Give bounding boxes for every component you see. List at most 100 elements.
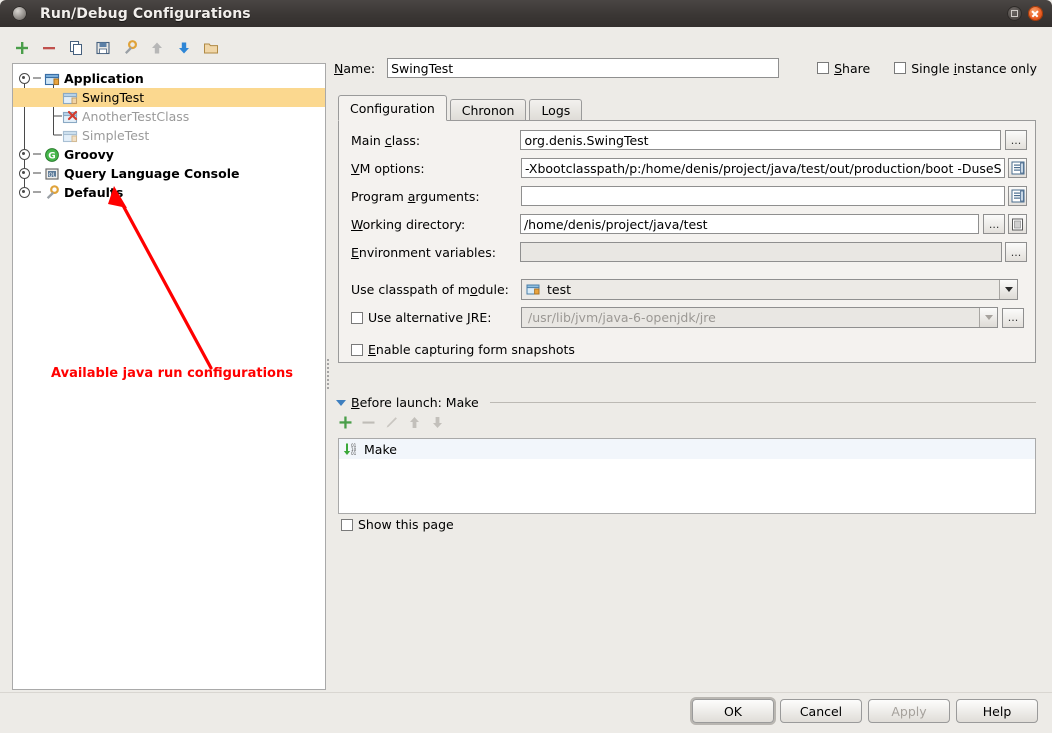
name-input[interactable] xyxy=(387,58,779,78)
configurations-tree[interactable]: Application SwingTest xyxy=(12,63,326,690)
tree-node-anothertestclass[interactable]: AnotherTestClass xyxy=(13,107,325,126)
expand-handle-icon[interactable] xyxy=(19,149,30,160)
window-titlebar: Run/Debug Configurations xyxy=(0,0,1052,27)
remove-icon[interactable] xyxy=(37,37,61,59)
tree-node-query-language-console[interactable]: QL Query Language Console xyxy=(13,164,325,183)
show-this-page-checkbox[interactable]: Show this page xyxy=(341,517,454,532)
new-folder-icon[interactable] xyxy=(199,37,223,59)
configuration-panel: Main class: ... VM options: Program argu… xyxy=(338,120,1036,363)
cancel-button[interactable]: Cancel xyxy=(780,699,862,723)
form-snapshots-checkbox[interactable]: Enable capturing form snapshots xyxy=(351,342,575,357)
alternative-jre-dropdown-icon[interactable] xyxy=(979,308,997,327)
move-task-down-icon[interactable] xyxy=(430,415,445,433)
tree-node-label: AnotherTestClass xyxy=(82,109,189,124)
tree-node-label: Groovy xyxy=(64,147,114,162)
collapse-caret-icon[interactable] xyxy=(336,400,346,406)
svg-text:01: 01 xyxy=(351,451,357,456)
tree-node-label: SimpleTest xyxy=(82,128,149,143)
classpath-module-label: Use classpath of module: xyxy=(351,282,521,297)
vm-options-row: VM options: xyxy=(351,158,1027,178)
tree-node-label: SwingTest xyxy=(82,90,144,105)
before-launch-task-list[interactable]: 01 10 01 Make xyxy=(338,438,1036,514)
single-instance-checkbox[interactable]: Single instance only xyxy=(894,61,1037,76)
share-checkbox[interactable]: Share xyxy=(817,61,870,76)
tab-chronon[interactable]: Chronon xyxy=(450,99,527,121)
single-instance-checkbox-box[interactable] xyxy=(894,62,906,74)
single-instance-label: Single instance only xyxy=(911,61,1037,76)
query-language-icon: QL xyxy=(44,166,60,182)
edit-task-icon[interactable] xyxy=(384,415,399,433)
show-this-page-checkbox-box[interactable] xyxy=(341,519,353,531)
panel-splitter[interactable] xyxy=(325,357,331,397)
tree-node-defaults[interactable]: Defaults xyxy=(13,183,325,202)
svg-text:QL: QL xyxy=(49,172,56,178)
working-directory-input[interactable] xyxy=(520,214,979,234)
tree-node-label: Defaults xyxy=(64,185,123,200)
vm-options-expand-icon[interactable] xyxy=(1008,158,1027,178)
tree-node-label: Application xyxy=(64,71,144,86)
close-icon[interactable] xyxy=(1028,6,1043,21)
expand-handle-icon[interactable] xyxy=(19,187,30,198)
alternative-jre-label: Use alternative JRE: xyxy=(368,310,491,325)
alternative-jre-combo[interactable]: /usr/lib/jvm/java-6-openjdk/jre xyxy=(521,307,998,328)
environment-variables-browse-button[interactable]: ... xyxy=(1005,242,1027,262)
task-row-make[interactable]: 01 10 01 Make xyxy=(339,439,1035,459)
remove-task-icon[interactable] xyxy=(361,415,376,433)
expand-handle-icon[interactable] xyxy=(19,73,30,84)
configurations-toolbar xyxy=(10,35,320,61)
svg-text:G: G xyxy=(48,151,55,161)
alternative-jre-browse-button[interactable]: ... xyxy=(1002,308,1024,328)
main-class-input[interactable] xyxy=(520,130,1001,150)
edit-templates-icon[interactable] xyxy=(118,37,142,59)
copy-icon[interactable] xyxy=(64,37,88,59)
help-button[interactable]: Help xyxy=(956,699,1038,723)
task-label: Make xyxy=(364,442,397,457)
form-snapshots-checkbox-box[interactable] xyxy=(351,344,363,356)
alternative-jre-value: /usr/lib/jvm/java-6-openjdk/jre xyxy=(528,310,716,325)
annotation-arrow-icon xyxy=(103,182,233,377)
apply-button[interactable]: Apply xyxy=(868,699,950,723)
run-debug-configurations-dialog: Run/Debug Configurations xyxy=(0,0,1052,710)
tree-node-swingtest[interactable]: SwingTest xyxy=(13,88,325,107)
main-class-browse-button[interactable]: ... xyxy=(1005,130,1027,150)
move-task-up-icon[interactable] xyxy=(407,415,422,433)
program-arguments-input[interactable] xyxy=(521,186,1005,206)
tree-node-label: Query Language Console xyxy=(64,166,239,181)
vm-options-label: VM options: xyxy=(351,161,521,176)
expand-handle-icon[interactable] xyxy=(19,168,30,179)
config-editor: Name: Share Single instance only xyxy=(334,57,1040,79)
classpath-module-value: test xyxy=(547,282,571,297)
alternative-jre-checkbox-box[interactable] xyxy=(351,312,363,324)
working-directory-browse-button[interactable]: ... xyxy=(983,214,1005,234)
environment-variables-input[interactable] xyxy=(520,242,1002,262)
maximize-icon[interactable] xyxy=(1007,6,1022,21)
save-icon[interactable] xyxy=(91,37,115,59)
working-directory-macro-icon[interactable] xyxy=(1008,214,1027,234)
tree-node-simpletest[interactable]: SimpleTest xyxy=(13,126,325,145)
config-tabs: Configuration Chronon Logs xyxy=(338,97,1038,121)
program-arguments-expand-icon[interactable] xyxy=(1008,186,1027,206)
tree-node-groovy[interactable]: G Groovy xyxy=(13,145,325,164)
alternative-jre-checkbox[interactable]: Use alternative JRE: xyxy=(351,310,514,325)
module-icon xyxy=(526,282,542,298)
add-task-icon[interactable] xyxy=(338,415,353,433)
dialog-body: Application SwingTest xyxy=(0,27,1052,710)
tab-configuration[interactable]: Configuration xyxy=(338,95,447,121)
tree-node-application[interactable]: Application xyxy=(13,69,325,88)
tab-logs[interactable]: Logs xyxy=(529,99,582,121)
before-launch-header[interactable]: Before launch: Make xyxy=(336,395,1036,410)
add-icon[interactable] xyxy=(10,37,34,59)
move-down-icon[interactable] xyxy=(172,37,196,59)
main-class-label: Main class: xyxy=(351,133,520,148)
classpath-module-dropdown-icon[interactable] xyxy=(999,280,1017,299)
working-directory-label: Working directory: xyxy=(351,217,520,232)
move-up-icon[interactable] xyxy=(145,37,169,59)
before-launch-toolbar xyxy=(338,415,445,433)
ok-button[interactable]: OK xyxy=(692,699,774,723)
share-checkbox-box[interactable] xyxy=(817,62,829,74)
vm-options-input[interactable] xyxy=(521,158,1005,178)
classpath-module-combo[interactable]: test xyxy=(521,279,1018,300)
form-snapshots-label: Enable capturing form snapshots xyxy=(368,342,575,357)
before-launch-divider xyxy=(490,402,1036,403)
working-directory-row: Working directory: ... xyxy=(351,214,1027,234)
